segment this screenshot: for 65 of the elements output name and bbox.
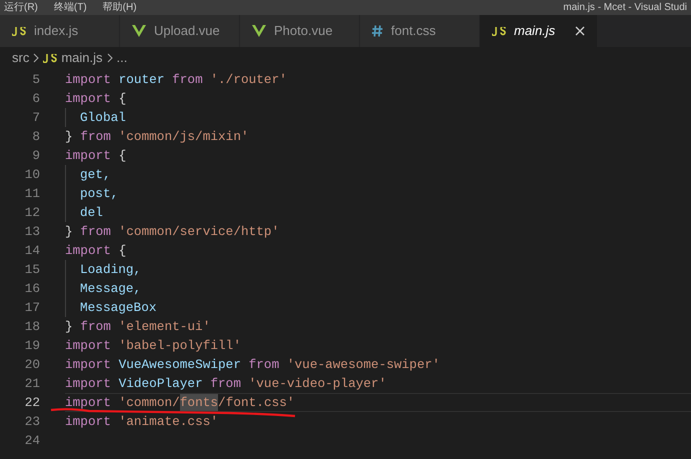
editor-tab[interactable]: Upload.vue: [120, 15, 240, 47]
line-number: 24: [24, 432, 40, 450]
code-line: import 'animate.css': [65, 412, 220, 431]
code-line: import router from './router': [65, 70, 288, 89]
js-file-icon: [43, 54, 58, 62]
code-line: } from 'element-ui': [65, 318, 212, 336]
v-shape-icon: [132, 25, 146, 37]
editor-tab[interactable]: main.js: [480, 15, 598, 47]
line-number: 13: [24, 222, 40, 241]
code-line: import VideoPlayer from 'vue-video-player': [65, 374, 388, 393]
line-number: 21: [24, 374, 40, 393]
code-line: Global: [65, 108, 691, 127]
code-line: import {: [65, 146, 128, 165]
code-line: Message,: [65, 279, 691, 298]
line-number: 23: [24, 412, 40, 431]
tab-label: index.js: [34, 22, 78, 40]
code-line: import {: [65, 242, 128, 260]
line-number: 17: [24, 298, 40, 317]
close-icon[interactable]: [575, 26, 585, 36]
breadcrumb-item[interactable]: ...: [116, 48, 128, 68]
editor-tab[interactable]: index.js: [0, 15, 120, 47]
line-number: 18: [24, 318, 40, 336]
line-number: 8: [31, 128, 40, 146]
line-number: 10: [24, 166, 40, 184]
menu-item[interactable]: 终端(T): [54, 2, 87, 12]
tab-label: main.js: [514, 22, 556, 40]
line-number: 7: [31, 108, 40, 127]
line-number: 20: [24, 356, 40, 374]
breadcrumb-item[interactable]: src: [12, 48, 30, 68]
js-file-icon: [492, 26, 506, 36]
js-file-icon: [12, 26, 26, 36]
code-line: del: [65, 203, 691, 222]
code-line: import 'common/fonts/font.css': [65, 393, 691, 412]
code-line: Loading,: [65, 260, 691, 279]
code-line: get,: [65, 165, 691, 184]
code-line: MessageBox: [65, 298, 691, 317]
tab-label: font.css: [391, 22, 436, 40]
hash-icon: [372, 25, 383, 37]
line-number: 22: [24, 394, 40, 412]
line-number: 12: [24, 204, 40, 222]
code-line: import VueAwesomeSwiper from 'vue-awesome-swiper': [65, 356, 441, 374]
line-number: 6: [31, 90, 40, 108]
code-line: post,: [65, 184, 691, 203]
line-number: 11: [24, 184, 40, 203]
tab-label: Photo.vue: [274, 22, 333, 40]
v-shape-icon: [252, 25, 266, 37]
code-line: } from 'common/js/mixin': [65, 128, 250, 146]
editor-tab[interactable]: Photo.vue: [240, 15, 360, 47]
breadcrumb-item[interactable]: main.js: [61, 48, 103, 68]
window-title: main.js - Mcet - Visual Studi: [563, 2, 687, 12]
line-number: 5: [31, 70, 40, 89]
line-number: 14: [24, 242, 40, 260]
code-line: } from 'common/service/http': [65, 222, 280, 241]
menu-item[interactable]: 帮助(H): [102, 2, 137, 12]
chevron-icon: [106, 53, 113, 63]
chevron-icon: [33, 53, 40, 63]
menu-item[interactable]: 运行(R): [4, 2, 38, 12]
editor-tab[interactable]: font.css: [360, 15, 480, 47]
tab-label: Upload.vue: [154, 22, 220, 40]
line-number: 15: [24, 260, 40, 279]
line-number: 16: [24, 280, 40, 298]
line-number: 9: [31, 146, 40, 165]
line-number: 19: [24, 336, 40, 355]
code-line: import 'babel-polyfill': [65, 336, 242, 355]
code-line: import {: [65, 90, 128, 108]
